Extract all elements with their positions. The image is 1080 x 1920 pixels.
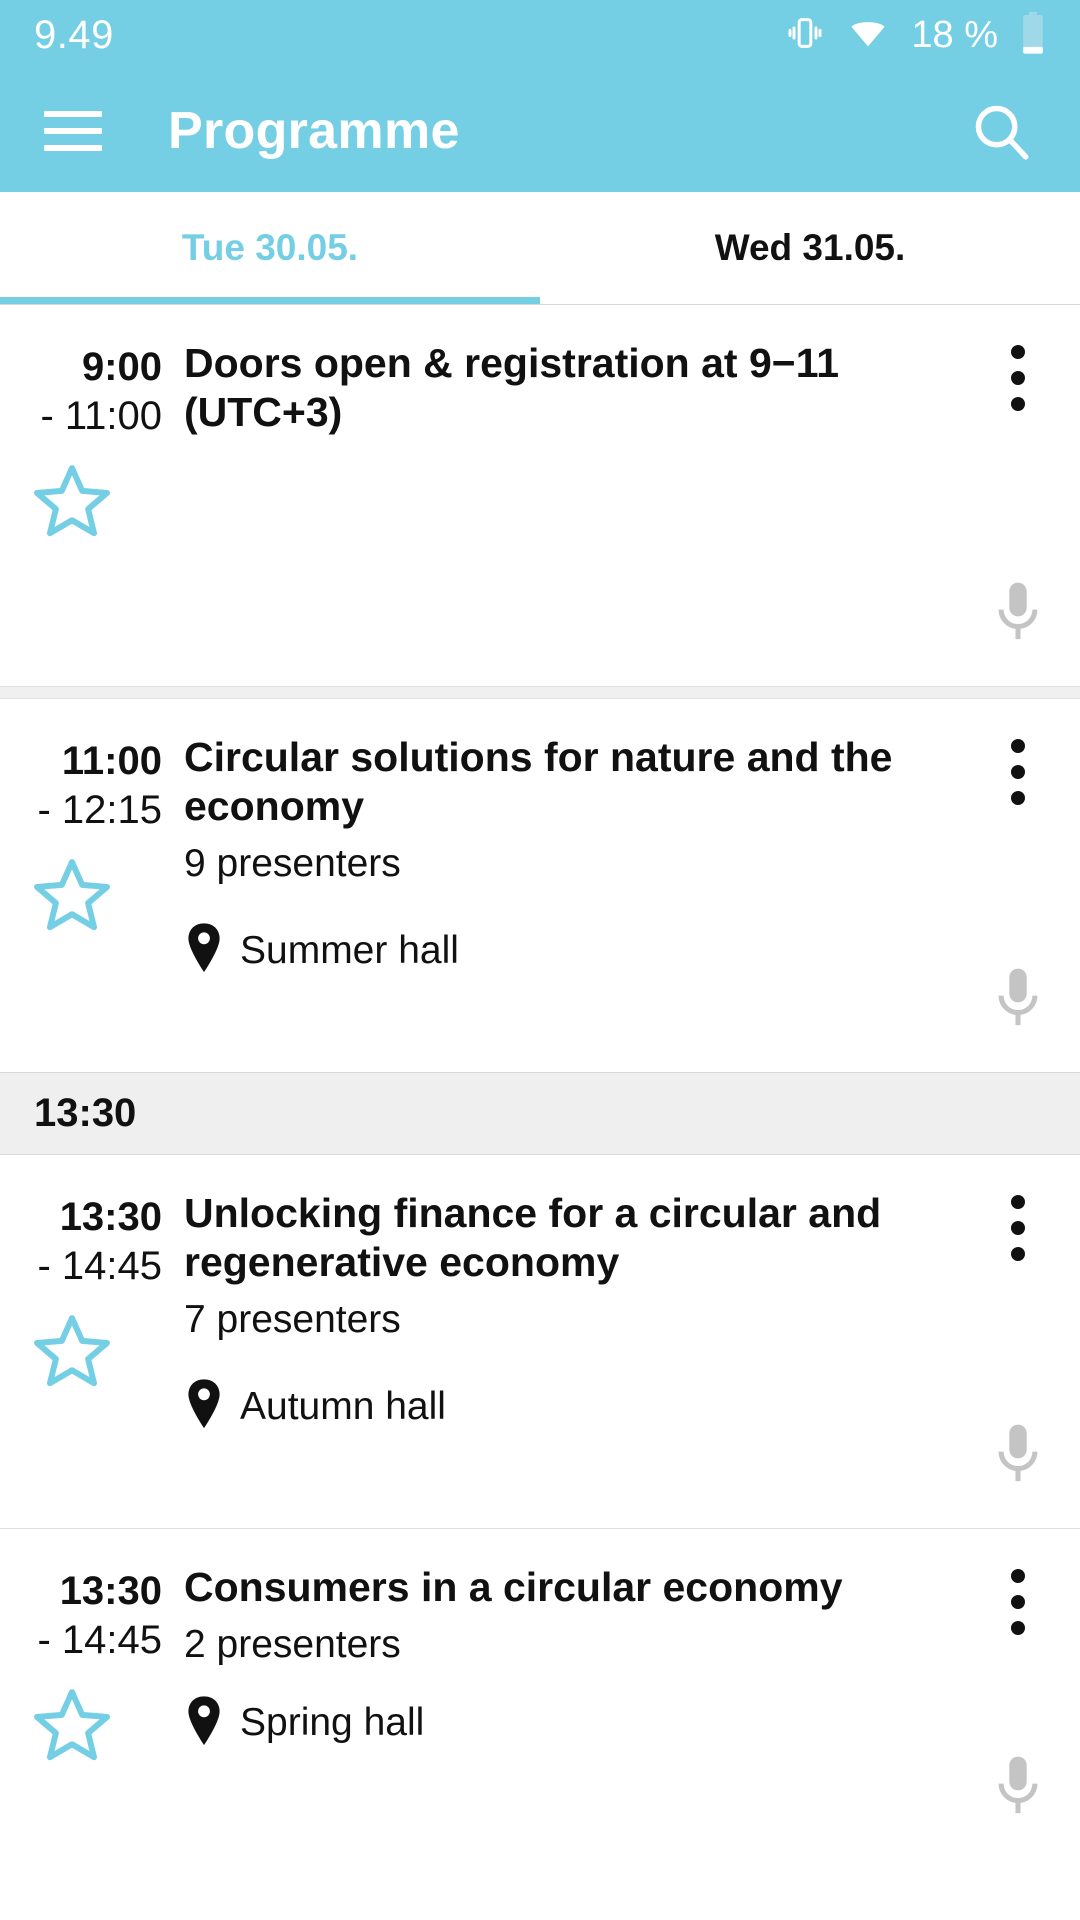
- list-item[interactable]: 13:30 - 14:45 Consumers in a circular ec…: [0, 1529, 1080, 1860]
- tab-active-indicator: [0, 297, 540, 304]
- event-time-block: 13:30 - 14:45: [0, 1189, 176, 1500]
- page-title: Programme: [168, 102, 460, 160]
- event-actions: [956, 1563, 1080, 1832]
- hamburger-menu-icon[interactable]: [44, 111, 102, 151]
- overflow-menu-icon[interactable]: [1011, 1569, 1025, 1635]
- event-location-label: Spring hall: [240, 1701, 425, 1745]
- event-location: Autumn hall: [184, 1378, 946, 1435]
- list-item[interactable]: 9:00 - 11:00 Doors open & registration a…: [0, 305, 1080, 686]
- list-item[interactable]: 11:00 - 12:15 Circular solutions for nat…: [0, 699, 1080, 1072]
- status-bar: 9.49 18 %: [0, 0, 1080, 70]
- event-details: Circular solutions for nature and the ec…: [176, 733, 956, 1044]
- location-pin-icon: [184, 1695, 224, 1752]
- event-details: Consumers in a circular economy 2 presen…: [176, 1563, 956, 1832]
- event-location-label: Summer hall: [240, 928, 459, 972]
- event-end-time: - 11:00: [40, 393, 162, 438]
- event-time-block: 13:30 - 14:45: [0, 1563, 176, 1832]
- event-start-time: 9:00: [81, 345, 162, 389]
- time-section-label: 13:30: [34, 1091, 137, 1135]
- event-actions: [956, 339, 1080, 658]
- list-divider: [0, 686, 1080, 699]
- event-presenters: 9 presenters: [184, 842, 401, 886]
- event-location-label: Autumn hall: [240, 1384, 446, 1428]
- event-presenters: 7 presenters: [184, 1298, 401, 1342]
- event-time-block: 11:00 - 12:15: [0, 733, 176, 1044]
- list-item[interactable]: 13:30 - 14:45 Unlocking finance for a ci…: [0, 1155, 1080, 1528]
- status-icons: 18 %: [785, 11, 1046, 60]
- event-start-time: 11:00: [61, 739, 162, 783]
- favorite-star-icon[interactable]: [0, 459, 162, 543]
- event-end-time: - 14:45: [37, 1617, 162, 1662]
- programme-list: 9:00 - 11:00 Doors open & registration a…: [0, 305, 1080, 1860]
- event-title: Unlocking finance for a circular and reg…: [184, 1190, 882, 1286]
- event-details: Doors open & registration at 9−11 (UTC+3…: [176, 339, 956, 658]
- event-title: Consumers in a circular economy: [184, 1564, 843, 1610]
- battery-icon: [1020, 11, 1046, 60]
- overflow-menu-icon[interactable]: [1011, 739, 1025, 805]
- search-icon[interactable]: [966, 96, 1036, 166]
- overflow-menu-icon[interactable]: [1011, 1195, 1025, 1261]
- favorite-star-icon[interactable]: [0, 1683, 162, 1767]
- event-end-time: - 14:45: [37, 1243, 162, 1288]
- status-clock: 9.49: [34, 12, 114, 57]
- location-pin-icon: [184, 1378, 224, 1435]
- day-tabs: Tue 30.05. Wed 31.05.: [0, 192, 1080, 305]
- event-presenters: 2 presenters: [184, 1623, 401, 1667]
- event-start-time: 13:30: [59, 1569, 162, 1613]
- location-pin-icon: [184, 922, 224, 979]
- microphone-icon[interactable]: [989, 1377, 1047, 1500]
- wifi-icon: [847, 13, 889, 58]
- time-section-header: 13:30: [0, 1072, 1080, 1155]
- favorite-star-icon[interactable]: [0, 1309, 162, 1393]
- event-title: Doors open & registration at 9−11 (UTC+3…: [184, 340, 840, 436]
- favorite-star-icon[interactable]: [0, 853, 162, 937]
- event-location: Summer hall: [184, 922, 946, 979]
- vibrate-icon: [785, 13, 825, 58]
- event-start-time: 13:30: [59, 1195, 162, 1239]
- overflow-menu-icon[interactable]: [1011, 345, 1025, 411]
- microphone-icon[interactable]: [989, 1709, 1047, 1832]
- event-details: Unlocking finance for a circular and reg…: [176, 1189, 956, 1500]
- event-actions: [956, 733, 1080, 1044]
- battery-percent-label: 18 %: [911, 13, 998, 56]
- tab-tue-30-05[interactable]: Tue 30.05.: [0, 192, 540, 304]
- app-bar: Programme: [0, 70, 1080, 192]
- tab-wed-31-05[interactable]: Wed 31.05.: [540, 192, 1080, 304]
- event-end-time: - 12:15: [37, 787, 162, 832]
- event-title: Circular solutions for nature and the ec…: [184, 734, 893, 830]
- event-location: Spring hall: [184, 1695, 946, 1752]
- microphone-icon[interactable]: [989, 535, 1047, 658]
- microphone-icon[interactable]: [989, 921, 1047, 1044]
- event-time-block: 9:00 - 11:00: [0, 339, 176, 658]
- event-actions: [956, 1189, 1080, 1500]
